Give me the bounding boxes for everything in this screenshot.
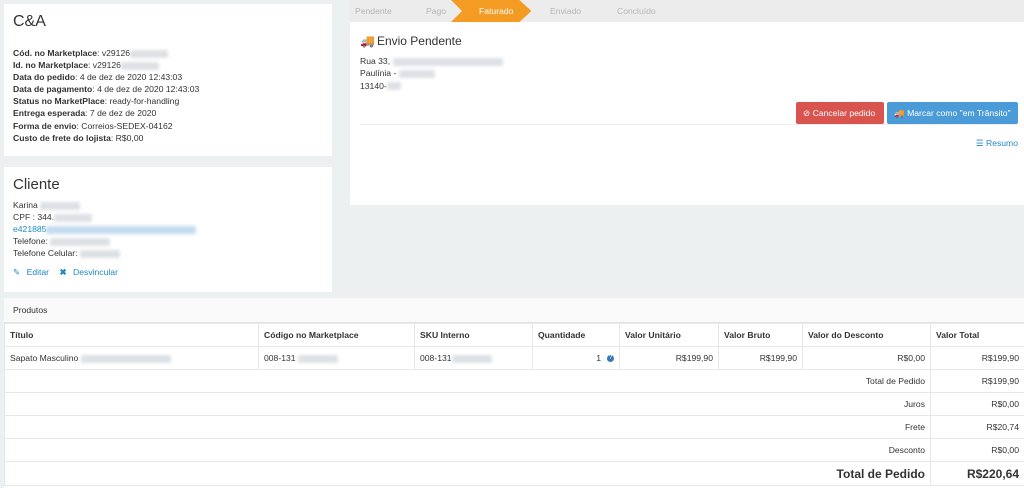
grand-total-row: Total de Pedido R$220,64: [4, 461, 1024, 486]
summary-row-freight: Frete R$20,74: [4, 415, 1024, 439]
summary-value: R$0,00: [930, 392, 1024, 416]
help-icon[interactable]: ?: [607, 355, 614, 363]
products-panel: Produtos Título Código no Marketplace SK…: [4, 298, 1024, 488]
col-unit-value: Valor Unitário: [619, 323, 719, 347]
col-total-value: Valor Total: [930, 323, 1024, 347]
col-title: Título: [4, 323, 259, 347]
client-phone: Telefone:: [13, 235, 323, 247]
product-gross-value: R$199,90: [718, 346, 803, 370]
step-pendente: Pendente: [355, 6, 392, 16]
shipping-title: 🚚 Envio Pendente: [360, 34, 462, 48]
product-title: Sapato Masculino: [4, 346, 259, 370]
client-mobile: Telefone Celular:: [13, 247, 323, 259]
summary-label: Juros: [4, 392, 931, 416]
truck-icon: 🚚: [360, 34, 375, 48]
col-marketplace-code: Código no Marketplace: [258, 323, 415, 347]
store-title: C&A: [13, 13, 46, 30]
resumo-link[interactable]: ☰ Resumo: [976, 138, 1018, 149]
grand-total-value: R$220,64: [930, 461, 1024, 486]
col-gross-value: Valor Bruto: [718, 323, 803, 347]
order-card: C&A Cód. no Marketplace: v29126 Id. no M…: [4, 4, 332, 156]
client-card: Cliente Karina CPF : 344. e421885 Telefo…: [4, 167, 332, 292]
field-payment-date: Data de pagamento: 4 de dez de 2020 12:4…: [13, 84, 200, 95]
summary-row-interest: Juros R$0,00: [4, 392, 1024, 416]
list-icon: ☰: [975, 138, 984, 148]
client-name: Karina: [13, 199, 323, 211]
product-discount-value: R$0,00: [802, 346, 931, 370]
step-concluido: Concluído: [617, 6, 656, 16]
client-title: Cliente: [13, 176, 60, 193]
client-email[interactable]: e421885: [13, 223, 323, 235]
unlink-client-link[interactable]: ✖ Desvincular: [59, 267, 122, 277]
step-faturado: Faturado: [451, 0, 531, 22]
truck-icon: 🚚: [894, 108, 905, 118]
product-total-value: R$199,90: [930, 346, 1024, 370]
col-sku: SKU Interno: [414, 323, 533, 347]
close-icon: ✖: [59, 267, 67, 277]
grand-total-label: Total de Pedido: [4, 461, 931, 486]
field-marketplace-code: Cód. no Marketplace: v29126: [13, 47, 323, 59]
summary-row-discount: Desconto R$0,00: [4, 438, 1024, 462]
order-progress-steps: Pendente Pago Faturado Enviado Concluído: [350, 0, 1024, 22]
product-quantity: 1?: [532, 346, 620, 370]
product-unit-value: R$199,90: [619, 346, 719, 370]
col-discount-value: Valor do Desconto: [802, 323, 931, 347]
field-marketplace-status: Status no MarketPlace: ready-for-handlin…: [13, 96, 180, 107]
summary-label: Total de Pedido: [4, 369, 931, 393]
summary-label: Desconto: [4, 438, 931, 462]
mark-in-transit-button[interactable]: 🚚 Marcar como "em Trânsito": [887, 102, 1018, 124]
products-section-title: Produtos: [4, 298, 1024, 323]
field-expected-delivery: Entrega esperada: 7 de dez de 2020: [13, 108, 157, 119]
client-cpf: CPF : 344.: [13, 211, 323, 223]
address-line-3: 13140-: [360, 80, 1014, 92]
product-code: 008-131: [258, 346, 415, 370]
address-line-1: Rua 33,: [360, 55, 1014, 67]
field-shipping-method: Forma de envio: Correios-SEDEX-04162: [13, 120, 173, 131]
divider: [360, 124, 1018, 125]
products-table: Título Código no Marketplace SKU Interno…: [4, 323, 1024, 486]
ban-icon: ⊘: [803, 108, 811, 118]
product-sku: 008-131: [414, 346, 533, 370]
col-quantity: Quantidade: [532, 323, 620, 347]
field-shipping-cost: Custo de frete do lojista: R$0,00: [13, 132, 144, 143]
step-pago: Pago: [426, 6, 447, 16]
summary-label: Frete: [4, 415, 931, 439]
step-enviado: Enviado: [550, 6, 582, 16]
cancel-order-button[interactable]: ⊘ Cancelar pedido: [796, 102, 884, 124]
address-line-2: Paulínia -: [360, 67, 1014, 79]
summary-value: R$0,00: [930, 438, 1024, 462]
table-header-row: Título Código no Marketplace SKU Interno…: [4, 323, 1024, 347]
field-order-date: Data do pedido: 4 de dez de 2020 12:43:0…: [13, 72, 183, 83]
table-row: Sapato Masculino 008-131 008-131 1? R$19…: [4, 346, 1024, 370]
field-marketplace-id: Id. no Marketplace: v29126: [13, 59, 323, 71]
pencil-icon: ✎: [13, 267, 21, 277]
summary-row-order-total: Total de Pedido R$199,90: [4, 369, 1024, 393]
summary-value: R$199,90: [930, 369, 1024, 393]
summary-value: R$20,74: [930, 415, 1024, 439]
shipping-panel: Pendente Pago Faturado Enviado Concluído…: [350, 0, 1024, 205]
edit-client-link[interactable]: ✎ Editar: [13, 267, 53, 277]
